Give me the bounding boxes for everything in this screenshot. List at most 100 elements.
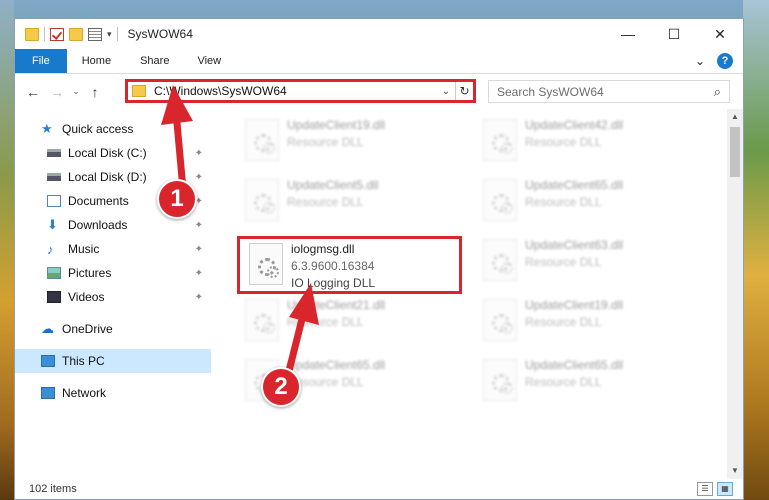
star-icon: ★ [41, 121, 53, 136]
pin-icon[interactable]: ✦ [195, 220, 203, 231]
file-name: UpdateClient65.dll [525, 178, 624, 192]
back-button[interactable]: ← [21, 84, 45, 100]
nav-item-this-pc[interactable]: This PC [15, 349, 211, 373]
expand-ribbon-icon[interactable]: ⌄ [695, 54, 705, 68]
nav-item-network[interactable]: Network [15, 381, 211, 405]
scrollbar-thumb[interactable] [730, 127, 740, 177]
nav-label: Music [68, 242, 100, 256]
search-input[interactable]: Search SysWOW64 ⌕ [488, 80, 730, 103]
nav-item-music[interactable]: ♪ Music ✦ [15, 237, 211, 261]
music-icon: ♪ [47, 241, 54, 257]
title-bar: ▾ SysWOW64 — ☐ ✕ [15, 19, 743, 49]
dll-file-icon [245, 179, 279, 221]
file-name: UpdateClient19.dll [525, 298, 624, 312]
nav-item-videos[interactable]: Videos ✦ [15, 285, 211, 309]
divider [44, 27, 45, 41]
disk-icon [47, 173, 61, 181]
address-dropdown-icon[interactable]: ⌄ [437, 86, 455, 97]
explorer-window: ▾ SysWOW64 — ☐ ✕ File Home Share View ⌄ … [14, 18, 744, 500]
pictures-icon [47, 267, 61, 279]
file-name: UpdateClient42.dll [525, 118, 624, 132]
details-view-icon[interactable]: ☰ [697, 482, 713, 496]
file-item[interactable]: UpdateClient63.dll Resource DLL [475, 235, 695, 287]
disk-icon [47, 149, 61, 157]
nav-label: Documents [68, 194, 129, 208]
forward-button[interactable]: → [45, 84, 69, 100]
nav-label: Local Disk (C:) [68, 146, 147, 160]
desktop-background-right [743, 0, 769, 500]
vertical-scrollbar[interactable]: ▲ ▼ [727, 109, 743, 479]
new-folder-icon[interactable] [69, 27, 83, 41]
file-item[interactable]: UpdateClient65.dll Resource DLL [475, 175, 695, 227]
help-icon[interactable]: ? [717, 53, 733, 69]
file-type: Resource DLL [525, 375, 602, 389]
file-item[interactable]: UpdateClient19.dll Resource DLL [475, 295, 695, 347]
explorer-body: ★ Quick access Local Disk (C:) ✦ Local D… [15, 109, 743, 479]
tiles-view-icon[interactable]: ▦ [717, 482, 733, 496]
ribbon-controls: ⌄ ? [695, 49, 743, 73]
tab-share[interactable]: Share [126, 49, 183, 73]
pin-icon[interactable]: ✦ [195, 244, 203, 255]
computer-icon [41, 355, 55, 367]
file-name: UpdateClient19.dll [287, 118, 386, 132]
window-controls: — ☐ ✕ [605, 19, 743, 49]
view-switcher: ☰ ▦ [697, 482, 733, 496]
desktop-background-left [0, 0, 14, 500]
scroll-up-icon[interactable]: ▲ [727, 109, 743, 125]
file-item[interactable]: UpdateClient19.dll Resource DLL [237, 115, 457, 167]
nav-label: This PC [62, 354, 105, 368]
customize-toolbar-dropdown-icon[interactable]: ▾ [107, 29, 112, 40]
dll-file-icon [483, 299, 517, 341]
dll-file-icon [245, 119, 279, 161]
tab-file[interactable]: File [15, 49, 67, 73]
scroll-down-icon[interactable]: ▼ [727, 463, 743, 479]
dll-file-icon [483, 119, 517, 161]
up-button[interactable]: ↑ [83, 84, 107, 100]
nav-label: Pictures [68, 266, 112, 280]
tab-view[interactable]: View [183, 49, 235, 73]
nav-label: Local Disk (D:) [68, 170, 147, 184]
nav-label: Network [62, 386, 107, 400]
step-badge-1: 1 [157, 179, 197, 219]
network-icon [41, 387, 55, 399]
tab-home[interactable]: Home [67, 49, 126, 73]
dll-file-icon [483, 239, 517, 281]
minimize-button[interactable]: — [605, 19, 651, 49]
nav-item-pictures[interactable]: Pictures ✦ [15, 261, 211, 285]
ribbon-tabs: File Home Share View ⌄ ? [15, 49, 743, 74]
folder-icon[interactable] [25, 27, 39, 41]
file-type: Resource DLL [525, 135, 602, 149]
recent-locations-button[interactable]: ⌄ [69, 86, 83, 97]
file-item[interactable]: UpdateClient21.dll Resource DLL [237, 295, 457, 347]
documents-icon [47, 195, 61, 207]
downloads-icon: ⬇ [47, 217, 58, 232]
properties-check-icon[interactable] [50, 27, 64, 41]
maximize-button[interactable]: ☐ [651, 19, 697, 49]
step-badge-2: 2 [261, 367, 301, 407]
nav-label: Downloads [68, 218, 128, 232]
file-type: Resource DLL [525, 315, 602, 329]
nav-item-onedrive[interactable]: ☁ OneDrive [15, 317, 211, 341]
navigation-bar: ← → ⌄ ↑ C:\Windows\SysWOW64 ⌄ ↻ Search S… [15, 74, 743, 109]
refresh-button[interactable]: ↻ [455, 82, 473, 100]
file-type: Resource DLL [525, 255, 602, 269]
file-item[interactable]: UpdateClient5.dll Resource DLL [237, 175, 457, 227]
videos-icon [47, 291, 61, 303]
file-type: Resource DLL [525, 195, 602, 209]
pin-icon[interactable]: ✦ [195, 268, 203, 279]
folder-icon [132, 85, 146, 97]
file-item[interactable]: UpdateClient42.dll Resource DLL [475, 115, 695, 167]
window-title: SysWOW64 [127, 27, 193, 41]
divider [116, 27, 118, 41]
quick-access-toolbar: ▾ [15, 27, 118, 41]
pin-icon[interactable]: ✦ [195, 292, 203, 303]
file-name: UpdateClient65.dll [525, 358, 624, 372]
nav-label: OneDrive [62, 322, 113, 336]
view-properties-icon[interactable] [88, 27, 102, 41]
search-placeholder: Search SysWOW64 [497, 84, 604, 99]
file-item[interactable]: UpdateClient65.dll Resource DLL [475, 355, 695, 407]
file-name: UpdateClient63.dll [525, 238, 624, 252]
search-icon[interactable]: ⌕ [714, 84, 721, 100]
close-button[interactable]: ✕ [697, 19, 743, 49]
nav-label: Videos [68, 290, 105, 304]
